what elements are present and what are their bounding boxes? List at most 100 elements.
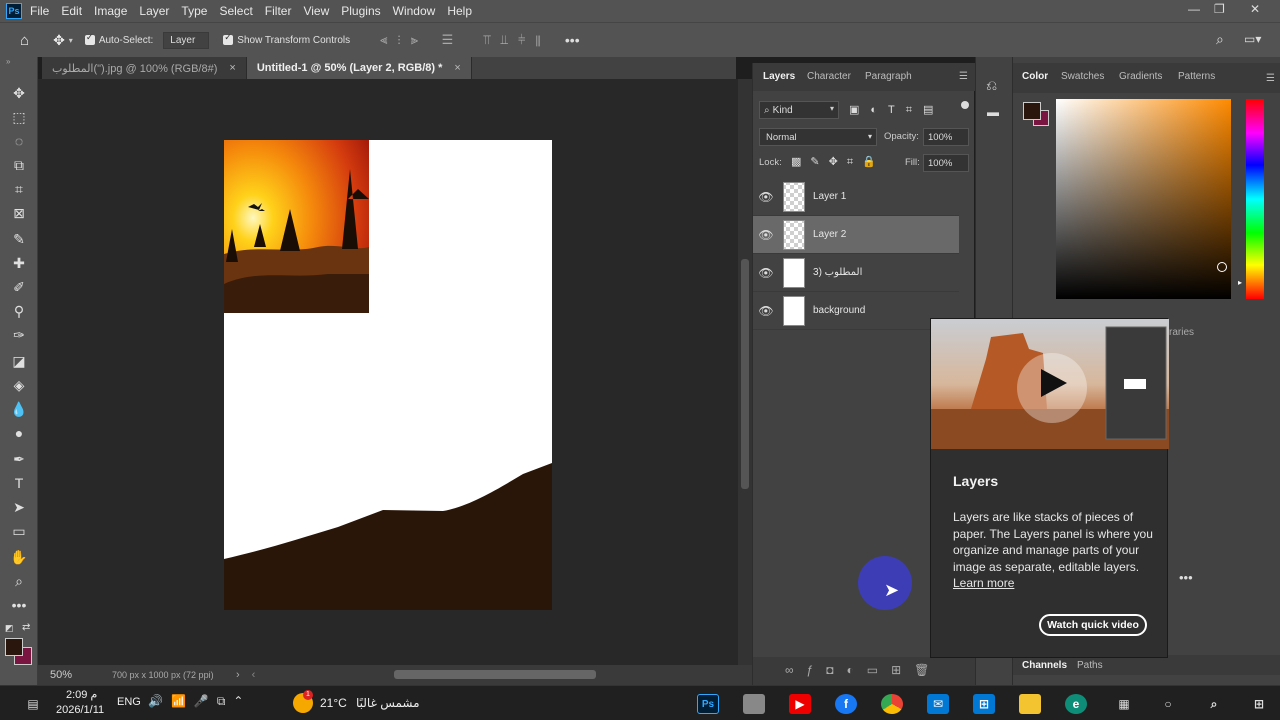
transform-controls-checkbox[interactable]: [223, 32, 234, 45]
layers-bottom-icons[interactable]: ∞ƒ◘◐▭⊞🗑: [753, 657, 975, 685]
healing-brush-tool-icon[interactable]: ✚: [9, 253, 29, 273]
close-window-icon[interactable]: ✕: [1250, 2, 1260, 16]
task-view-icon[interactable]: ▦: [1113, 694, 1135, 714]
hand-tool-icon[interactable]: ✋: [9, 547, 29, 567]
move-tool-preset-icon[interactable]: ✥: [53, 32, 65, 49]
layer-row-layer-1[interactable]: 👁 Layer 1: [753, 178, 959, 216]
tooltip-video-thumbnail[interactable]: [931, 319, 1169, 449]
file-explorer-icon[interactable]: [1019, 694, 1041, 714]
color-picker-handle[interactable]: [1217, 262, 1227, 272]
layer-row-almatloob-3[interactable]: 👁 المطلوب (3: [753, 254, 959, 292]
more-icon[interactable]: •••: [1179, 570, 1193, 585]
canvas-area[interactable]: [38, 79, 738, 665]
eraser-tool-icon[interactable]: ◪: [9, 351, 29, 371]
mail-icon[interactable]: ✉: [927, 694, 949, 714]
path-select-tool-icon[interactable]: ➤: [9, 497, 29, 517]
zoom-level[interactable]: 50%: [50, 669, 100, 681]
menu-image[interactable]: Image: [94, 4, 135, 18]
minimize-icon[interactable]: —: [1188, 2, 1200, 16]
chevron-down-icon[interactable]: ▾: [69, 36, 73, 45]
opacity-field[interactable]: 100%: [923, 128, 969, 146]
scrollbar-thumb[interactable]: [741, 259, 749, 489]
tab-swatches[interactable]: Swatches: [1061, 63, 1104, 91]
rectangle-tool-icon[interactable]: ▭: [9, 521, 29, 541]
swap-colors-icon[interactable]: ⇄: [22, 622, 30, 633]
tab-untitled-1[interactable]: Untitled-1 @ 50% (Layer 2, RGB/8) * ×: [246, 57, 472, 79]
history-brush-tool-icon[interactable]: ✑: [9, 325, 29, 345]
photos-app-icon[interactable]: [743, 694, 765, 714]
tab-layers[interactable]: Layers: [763, 63, 795, 91]
distribute-icons-group[interactable]: ⫪⫫⫩⫴: [483, 32, 551, 48]
more-options-icon[interactable]: •••: [565, 32, 580, 48]
tab-paragraph[interactable]: Paragraph: [865, 63, 912, 91]
eye-icon[interactable]: 👁: [753, 228, 779, 242]
menu-help[interactable]: Help: [447, 4, 480, 18]
language-indicator[interactable]: ENG: [117, 696, 141, 708]
youtube-icon[interactable]: ▶: [789, 694, 811, 714]
eye-icon[interactable]: 👁: [753, 304, 779, 318]
document-canvas[interactable]: [38, 79, 738, 665]
color-fg-swatch[interactable]: [1023, 102, 1041, 120]
weather-temp[interactable]: 21°C: [320, 696, 347, 710]
chrome-icon[interactable]: [881, 694, 903, 714]
object-select-tool-icon[interactable]: ⧉: [9, 155, 29, 175]
menu-filter[interactable]: Filter: [265, 4, 300, 18]
menu-view[interactable]: View: [303, 4, 337, 18]
menu-edit[interactable]: Edit: [61, 4, 90, 18]
move-tool-icon[interactable]: ✥: [9, 83, 29, 103]
pen-tool-icon[interactable]: ✒: [9, 449, 29, 469]
system-tray-icons[interactable]: 🔊📶🎤⧉⌃: [148, 694, 251, 709]
chevron-left-icon[interactable]: ‹: [252, 669, 256, 681]
notification-icon[interactable]: ▤: [22, 694, 44, 714]
type-tool-icon[interactable]: T: [9, 473, 29, 493]
menu-layer[interactable]: Layer: [139, 4, 177, 18]
history-icon[interactable]: ⎌: [986, 77, 997, 94]
brush-tool-icon[interactable]: ✐: [9, 277, 29, 297]
restore-icon[interactable]: ❐: [1214, 2, 1225, 16]
layer-row-layer-2[interactable]: 👁 Layer 2: [753, 216, 959, 254]
marquee-tool-icon[interactable]: ⬚: [9, 107, 29, 127]
tab-patterns[interactable]: Patterns: [1178, 63, 1215, 91]
home-icon[interactable]: ⌂: [20, 32, 29, 49]
foreground-color-swatch[interactable]: [5, 638, 23, 656]
menu-window[interactable]: Window: [393, 4, 444, 18]
eye-icon[interactable]: 👁: [753, 190, 779, 204]
zoom-tool-icon[interactable]: ⌕: [9, 571, 29, 591]
hue-slider[interactable]: [1246, 99, 1264, 299]
clock-time[interactable]: 2:09 م: [66, 688, 97, 701]
tab-color[interactable]: Color: [1022, 63, 1048, 91]
weather-text[interactable]: مشمس غالبًا: [356, 696, 420, 710]
close-icon[interactable]: ×: [454, 62, 460, 74]
menu-file[interactable]: File: [30, 4, 57, 18]
hue-slider-handle-icon[interactable]: ▸: [1238, 278, 1242, 287]
panel-menu-icon[interactable]: ☰: [1266, 73, 1275, 84]
tab-character[interactable]: Character: [807, 63, 851, 91]
clock-date[interactable]: 2026/1/11: [56, 704, 104, 716]
color-field[interactable]: [1056, 99, 1231, 299]
stamp-tool-icon[interactable]: ⚲: [9, 301, 29, 321]
photoshop-taskbar-icon[interactable]: Ps: [697, 694, 719, 714]
filter-kind-dropdown[interactable]: ⌕ Kind ▾: [759, 101, 839, 119]
filter-toggle-icon[interactable]: [961, 101, 969, 109]
tab-paths[interactable]: Paths: [1077, 660, 1103, 671]
paint-bucket-tool-icon[interactable]: ◈: [9, 375, 29, 395]
comments-icon[interactable]: ▬: [987, 105, 999, 119]
auto-select-dropdown[interactable]: Layer: [163, 31, 210, 49]
more-tools-icon[interactable]: •••: [9, 595, 29, 615]
default-colors-icon[interactable]: ◩: [5, 623, 14, 634]
windows-start-icon[interactable]: ⊞: [1248, 694, 1270, 714]
layer-row-background[interactable]: 👁 background: [753, 292, 959, 330]
crop-tool-icon[interactable]: ⌗: [9, 179, 29, 199]
lock-icons[interactable]: ▩✎✥⌗🔒: [791, 155, 885, 169]
close-icon[interactable]: ×: [229, 62, 235, 74]
search-icon[interactable]: ⌕: [1216, 31, 1224, 48]
search-icon[interactable]: ⌕: [1203, 694, 1225, 714]
dodge-tool-icon[interactable]: ●: [9, 423, 29, 443]
lasso-tool-icon[interactable]: ◌: [9, 131, 29, 151]
menu-type[interactable]: Type: [181, 4, 215, 18]
tab-channels[interactable]: Channels: [1022, 660, 1067, 671]
vertical-scrollbar[interactable]: [738, 79, 752, 665]
horizontal-scroll-thumb[interactable]: [394, 670, 596, 679]
collapse-icon[interactable]: »: [6, 57, 10, 66]
workspace-icon[interactable]: ▭▾: [1244, 32, 1261, 46]
